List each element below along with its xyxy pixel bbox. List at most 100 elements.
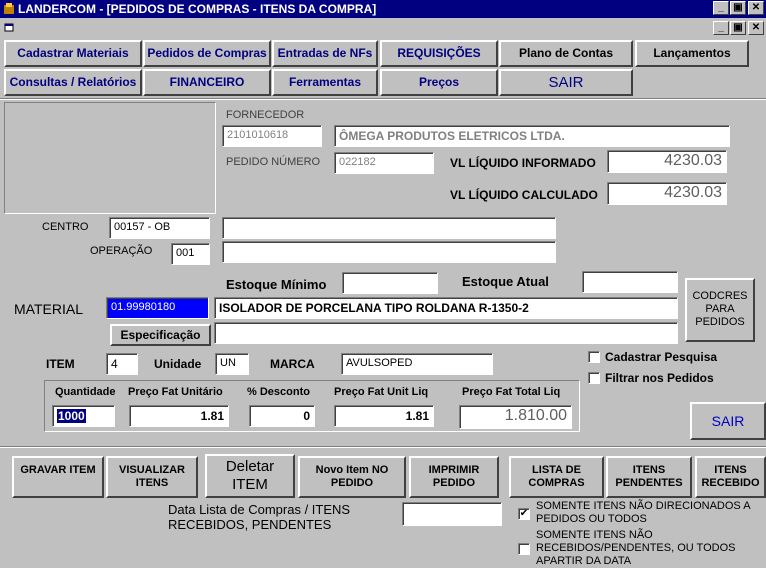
marca-field[interactable]: AVULSOPED — [341, 353, 493, 375]
child-minimize-button[interactable]: _ — [713, 21, 729, 35]
filtrar-pedidos-checkbox[interactable] — [588, 372, 600, 384]
itens-pendentes-button[interactable]: ITENS PENDENTES — [606, 456, 692, 498]
close-button[interactable]: ✕ — [748, 1, 764, 15]
nav-financeiro[interactable]: FINANCEIRO — [143, 69, 271, 96]
check-icon: ✔ — [519, 508, 529, 519]
novo-item-label: Novo Item NO PEDIDO — [315, 464, 389, 489]
item-field[interactable]: 4 — [106, 353, 138, 375]
nav-label: SAIR — [548, 74, 584, 91]
lista-compras-label: LISTA DE COMPRAS — [528, 464, 585, 489]
fornecedor-code-field[interactable]: 2101010618 — [222, 125, 322, 147]
nav-sair[interactable]: SAIR — [499, 69, 633, 96]
child-window-icon[interactable] — [4, 22, 16, 34]
nav-label: FINANCEIRO — [169, 75, 245, 89]
codcres-label: CODCRES PARA PEDIDOS — [692, 290, 748, 328]
operacao-label: OPERAÇÃO — [90, 245, 153, 257]
somente-nao-direcionados-label: SOMENTE ITENS NÃO DIRECIONADOS A PEDIDOS… — [536, 500, 750, 525]
filtrar-pedidos-label: Filtrar nos Pedidos — [605, 371, 714, 385]
nav-precos[interactable]: Preços — [380, 69, 498, 96]
item-label: ITEM — [46, 357, 75, 371]
vl-calculado-field[interactable]: 4230.03 — [607, 182, 727, 205]
mdi-bar: _ ▣ ✕ — [0, 18, 766, 38]
desconto-label: % Desconto — [247, 386, 310, 398]
nav-cadastrar-materiais[interactable]: Cadastrar Materiais — [4, 40, 142, 67]
estoque-minimo-field[interactable] — [342, 272, 438, 294]
nav-pedidos-de-compras[interactable]: Pedidos de Compras — [143, 40, 271, 67]
gravar-item-button[interactable]: GRAVAR ITEM — [12, 456, 104, 498]
itens-recebidos-button[interactable]: ITENS RECEBIDO — [695, 456, 766, 498]
nav-label: Consultas / Relatórios — [9, 75, 137, 89]
operacao-field[interactable]: 001 — [171, 243, 210, 265]
fornecedor-name-field[interactable]: ÔMEGA PRODUTOS ELETRICOS LTDA. — [334, 125, 730, 147]
material-desc-field[interactable]: ISOLADOR DE PORCELANA TIPO ROLDANA R-135… — [214, 297, 678, 319]
sair-label: SAIR — [711, 413, 745, 429]
somente-nao-recebidos-checkbox[interactable] — [518, 543, 530, 555]
pedido-numero-field[interactable]: 022182 — [334, 152, 434, 174]
deletar-item-label: Deletar ITEM — [225, 458, 275, 493]
unidade-label: Unidade — [154, 357, 202, 371]
sair-button[interactable]: SAIR — [690, 402, 766, 440]
visualizar-itens-button[interactable]: VISUALIZAR ITENS — [106, 456, 198, 498]
estoque-atual-field[interactable] — [582, 271, 678, 293]
vl-informado-label: VL LÍQUIDO INFORMADO — [450, 156, 596, 170]
divider — [0, 446, 766, 448]
nav-plano-de-contas[interactable]: Plano de Contas — [499, 40, 633, 67]
child-close-button[interactable]: ✕ — [748, 21, 764, 35]
cadastrar-pesquisa-checkbox[interactable] — [588, 351, 600, 363]
codcres-button[interactable]: CODCRES PARA PEDIDOS — [685, 278, 755, 342]
app-icon — [4, 3, 14, 14]
material-code-field[interactable]: 01.99980180 — [106, 297, 209, 319]
quantidade-field[interactable]: 1000 — [52, 405, 115, 427]
data-lista-label: Data Lista de Compras / ITENS RECEBIDOS,… — [168, 502, 351, 532]
nav-consultas-relatorios[interactable]: Consultas / Relatórios — [4, 69, 142, 96]
desconto-field[interactable]: 0 — [249, 405, 315, 427]
novo-item-button[interactable]: Novo Item NO PEDIDO — [298, 456, 406, 498]
fornecedor-label: FORNECEDOR — [226, 109, 305, 121]
lista-compras-button[interactable]: LISTA DE COMPRAS — [509, 456, 604, 498]
unidade-field[interactable]: UN — [215, 353, 249, 375]
divider — [0, 98, 766, 100]
itens-recebidos-label: ITENS RECEBIDO — [701, 464, 760, 489]
somente-nao-direcionados-checkbox[interactable]: ✔ — [518, 508, 530, 520]
cadastrar-pesquisa-label: Cadastrar Pesquisa — [605, 350, 718, 364]
marca-label: MARCA — [270, 357, 315, 371]
nav-label: Cadastrar Materiais — [17, 46, 129, 60]
title-bar: LANDERCOM - [PEDIDOS DE COMPRAS - ITENS … — [0, 0, 766, 18]
nav-requisicoes[interactable]: REQUISIÇÕES — [380, 40, 498, 67]
preco-liq-field[interactable]: 1.81 — [334, 405, 434, 427]
nav-entradas-nfs[interactable]: Entradas de NFs — [272, 40, 378, 67]
restore-button[interactable]: ▣ — [730, 1, 746, 15]
centro-desc-field[interactable] — [222, 217, 556, 239]
quantidade-value: 1000 — [57, 409, 86, 423]
deletar-item-button[interactable]: Deletar ITEM — [205, 454, 295, 498]
estoque-atual-label: Estoque Atual — [462, 274, 549, 289]
visualizar-itens-label: VISUALIZAR ITENS — [119, 464, 185, 489]
nav-label: Lançamentos — [653, 46, 731, 60]
imprimir-pedido-button[interactable]: IMPRIMIR PEDIDO — [409, 456, 499, 498]
centro-label: CENTRO — [42, 221, 89, 233]
quantidade-label: Quantidade — [55, 386, 116, 398]
vl-informado-field[interactable]: 4230.03 — [607, 150, 727, 173]
operacao-desc-field[interactable] — [222, 241, 556, 263]
preco-unit-label: Preço Fat Unitário — [128, 386, 223, 398]
image-panel — [4, 102, 216, 214]
window-title: LANDERCOM - [PEDIDOS DE COMPRAS - ITENS … — [18, 2, 377, 16]
nav-label: Preços — [418, 75, 460, 89]
estoque-minimo-label: Estoque Mínimo — [226, 277, 327, 292]
preco-unit-field[interactable]: 1.81 — [129, 405, 229, 427]
especificacao-label: Especificação — [120, 328, 201, 342]
preco-total-field[interactable]: 1.810.00 — [459, 405, 572, 429]
nav-label: Plano de Contas — [518, 46, 613, 60]
pedido-numero-label: PEDIDO NÚMERO — [226, 156, 321, 168]
itens-pendentes-label: ITENS PENDENTES — [615, 464, 683, 489]
minimize-button[interactable]: _ — [713, 1, 729, 15]
especificacao-field[interactable] — [214, 322, 678, 344]
nav-lancamentos[interactable]: Lançamentos — [635, 40, 749, 67]
gravar-item-label: GRAVAR ITEM — [20, 464, 96, 476]
data-lista-field[interactable] — [402, 502, 502, 526]
especificacao-button[interactable]: Especificação — [110, 324, 211, 346]
preco-liq-label: Preço Fat Unit Liq — [334, 386, 429, 398]
nav-ferramentas[interactable]: Ferramentas — [272, 69, 378, 96]
child-restore-button[interactable]: ▣ — [730, 21, 746, 35]
centro-field[interactable]: 00157 - OB — [109, 217, 210, 239]
